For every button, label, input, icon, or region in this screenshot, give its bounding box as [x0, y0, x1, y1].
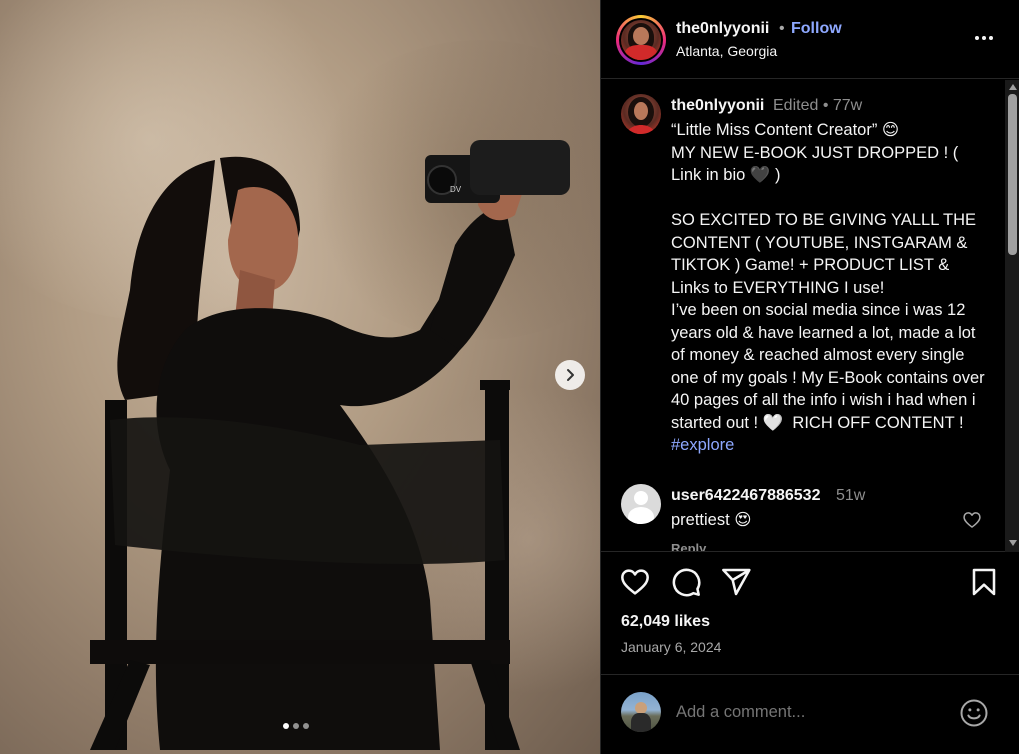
comment-input[interactable]: [676, 703, 946, 722]
carousel-dot: [293, 723, 299, 729]
share-icon: [722, 568, 751, 596]
commenter-username[interactable]: user6422467886532: [671, 487, 820, 505]
svg-text:DV: DV: [450, 185, 462, 194]
follow-button[interactable]: Follow: [791, 20, 842, 38]
caption-text: “Little Miss Content Creator” 😊 MY NEW E…: [671, 119, 989, 457]
add-comment-bar: [601, 674, 1019, 754]
chevron-right-icon: [567, 369, 574, 381]
commenter-avatar[interactable]: [621, 484, 661, 524]
heart-icon: [621, 569, 649, 595]
more-icon[interactable]: [971, 28, 997, 48]
share-button[interactable]: [720, 566, 752, 598]
post-photo: DV: [90, 140, 570, 750]
like-button[interactable]: [619, 566, 651, 598]
post-media[interactable]: DV: [0, 0, 600, 754]
post-header: the0nlyyonii • Follow Atlanta, Georgia: [601, 0, 1019, 79]
comment-text: prettiest 😍: [671, 511, 752, 529]
comments-scrollbar[interactable]: [1005, 80, 1019, 552]
hashtag-link[interactable]: #explore: [671, 436, 734, 454]
carousel-next-button[interactable]: [555, 360, 585, 390]
emoji-button[interactable]: [959, 698, 989, 733]
comment-icon: [672, 568, 701, 597]
separator-dot: •: [779, 20, 785, 37]
reply-button[interactable]: Reply: [671, 541, 706, 551]
emoji-icon: [960, 699, 988, 727]
like-count[interactable]: 62,049 likes: [621, 613, 710, 631]
comment-time: 51w: [836, 487, 866, 504]
comment-like-button[interactable]: [962, 510, 982, 535]
caption-body: “Little Miss Content Creator” 😊 MY NEW E…: [671, 121, 985, 432]
caption-username[interactable]: the0nlyyonii: [671, 97, 764, 115]
caption-meta: Edited • 77w: [773, 97, 863, 114]
carousel-dot: [303, 723, 309, 729]
post-actions: [601, 566, 1019, 606]
scroll-down-arrow[interactable]: [1009, 540, 1017, 546]
scroll-thumb[interactable]: [1008, 94, 1017, 255]
post-panel: the0nlyyonii • Follow Atlanta, Georgia t…: [600, 0, 1019, 754]
comments-section: the0nlyyonii Edited • 77w “Little Miss C…: [601, 80, 1019, 552]
comment-button[interactable]: [670, 566, 702, 598]
save-button[interactable]: [968, 566, 1000, 598]
author-avatar[interactable]: [616, 15, 666, 65]
viewer-avatar: [621, 692, 661, 732]
carousel-indicator: [283, 723, 309, 729]
caption-avatar[interactable]: [621, 94, 661, 134]
author-username[interactable]: the0nlyyonii: [676, 20, 769, 38]
post-date[interactable]: January 6, 2024: [621, 639, 721, 655]
scroll-up-arrow[interactable]: [1009, 84, 1017, 90]
post-location[interactable]: Atlanta, Georgia: [676, 43, 777, 59]
heart-icon: [963, 512, 981, 528]
bookmark-icon: [972, 568, 996, 596]
carousel-dot: [283, 723, 289, 729]
